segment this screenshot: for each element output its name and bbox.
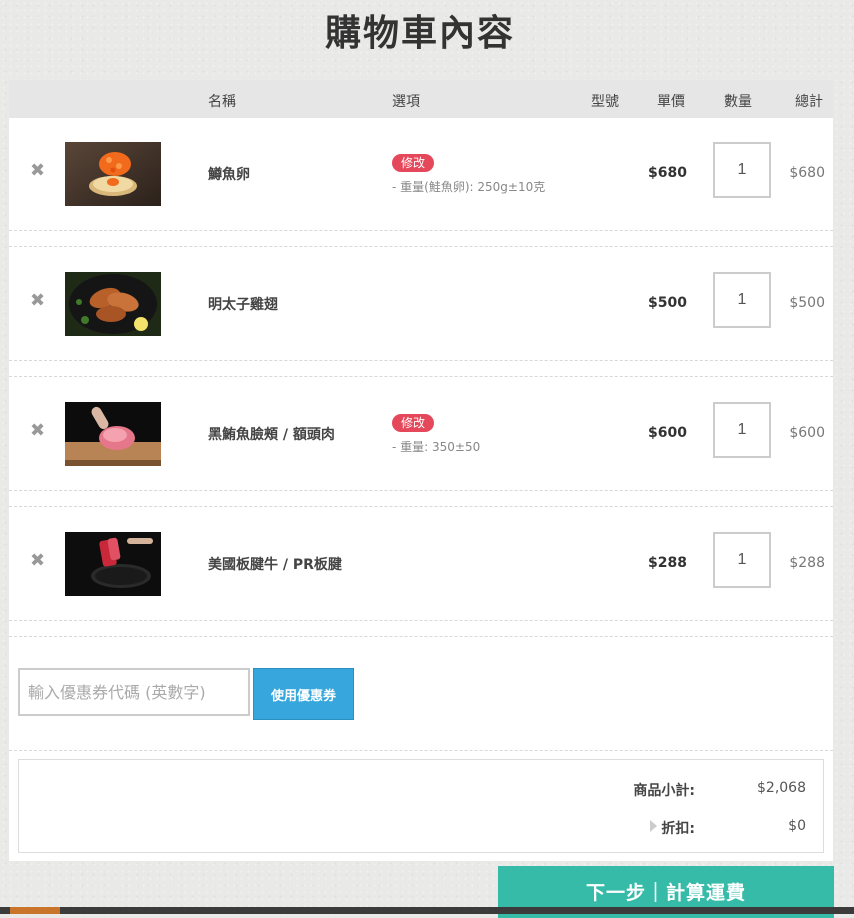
product-name[interactable]: 黑鮪魚臉頰 / 額頭肉: [208, 424, 335, 444]
tuna-cheek-image[interactable]: [65, 402, 161, 466]
row-divider: [9, 636, 833, 637]
table-row: ✖ 明太子雞翅 $500 $500: [9, 248, 833, 361]
quantity-input[interactable]: [713, 402, 771, 458]
apply-coupon-button[interactable]: 使用優惠券: [253, 668, 354, 720]
header-options: 選項: [392, 94, 420, 110]
line-total: $500: [789, 295, 825, 311]
discount-label[interactable]: 折扣:: [661, 818, 695, 838]
edit-option-badge[interactable]: 修改: [392, 414, 435, 432]
table-row: ✖ 鱒魚卵 修改 - 重量(鮭魚卵): 250g±10克 $680 1 $680: [9, 118, 833, 231]
coupon-code-input[interactable]: [18, 668, 250, 716]
remove-icon[interactable]: ✖: [30, 292, 45, 310]
line-total: $680: [789, 165, 825, 181]
product-name[interactable]: 明太子雞翅: [208, 294, 278, 314]
row-divider: [9, 506, 833, 507]
table-row: ✖ 黑鮪魚臉頰 / 額頭肉 修改 - 重量: 350±50 $600 $600: [9, 378, 833, 491]
unit-price: $500: [648, 295, 687, 311]
row-divider: [9, 376, 833, 377]
table-header: 名稱 選項 型號 單價 數量 總計: [9, 80, 833, 118]
chicken-wings-image[interactable]: [65, 272, 161, 336]
row-divider: [9, 750, 833, 751]
quantity-input[interactable]: [713, 532, 771, 588]
product-name[interactable]: 美國板腱牛 / PR板腱: [208, 554, 342, 574]
expand-triangle-icon[interactable]: [650, 820, 657, 832]
header-model: 型號: [591, 94, 619, 110]
table-row: ✖ 美國板腱牛 / PR板腱 $288 $288: [9, 508, 833, 621]
quantity-input[interactable]: [713, 272, 771, 328]
line-total: $288: [789, 555, 825, 571]
unit-price: $680: [648, 165, 687, 181]
option-detail: - 重量: 350±50: [392, 440, 481, 454]
header-quantity: 數量: [724, 94, 752, 110]
remove-icon[interactable]: ✖: [30, 422, 45, 440]
edit-option-badge[interactable]: 修改: [392, 154, 435, 172]
unit-price: $600: [648, 425, 687, 441]
subtotal-label: 商品小計:: [633, 783, 695, 799]
remove-icon[interactable]: ✖: [30, 162, 45, 180]
unit-price: $288: [648, 555, 687, 571]
quantity-input[interactable]: [713, 142, 771, 198]
footer-accent: [10, 907, 60, 914]
subtotal-value: $2,068: [757, 780, 806, 796]
option-detail: - 重量(鮭魚卵): 250g±10克: [392, 180, 546, 194]
line-total: $600: [789, 425, 825, 441]
cart-table: 名稱 選項 型號 單價 數量 總計 ✖ 鱒魚卵 修改 - 重量(鮭魚卵): 25…: [9, 80, 833, 861]
discount-value: $0: [788, 818, 806, 834]
footer-bar: [0, 907, 854, 914]
order-summary: 商品小計: $2,068 折扣: $0: [18, 759, 824, 853]
beef-steak-image[interactable]: [65, 532, 161, 596]
page-title: 購物車內容: [324, 13, 515, 54]
header-total: 總計: [795, 94, 823, 110]
header-name: 名稱: [208, 94, 236, 110]
remove-icon[interactable]: ✖: [30, 552, 45, 570]
product-name[interactable]: 鱒魚卵: [208, 164, 250, 184]
row-divider: [9, 246, 833, 247]
header-unit-price: 單價: [657, 94, 685, 110]
salmon-roe-image[interactable]: [65, 142, 161, 206]
